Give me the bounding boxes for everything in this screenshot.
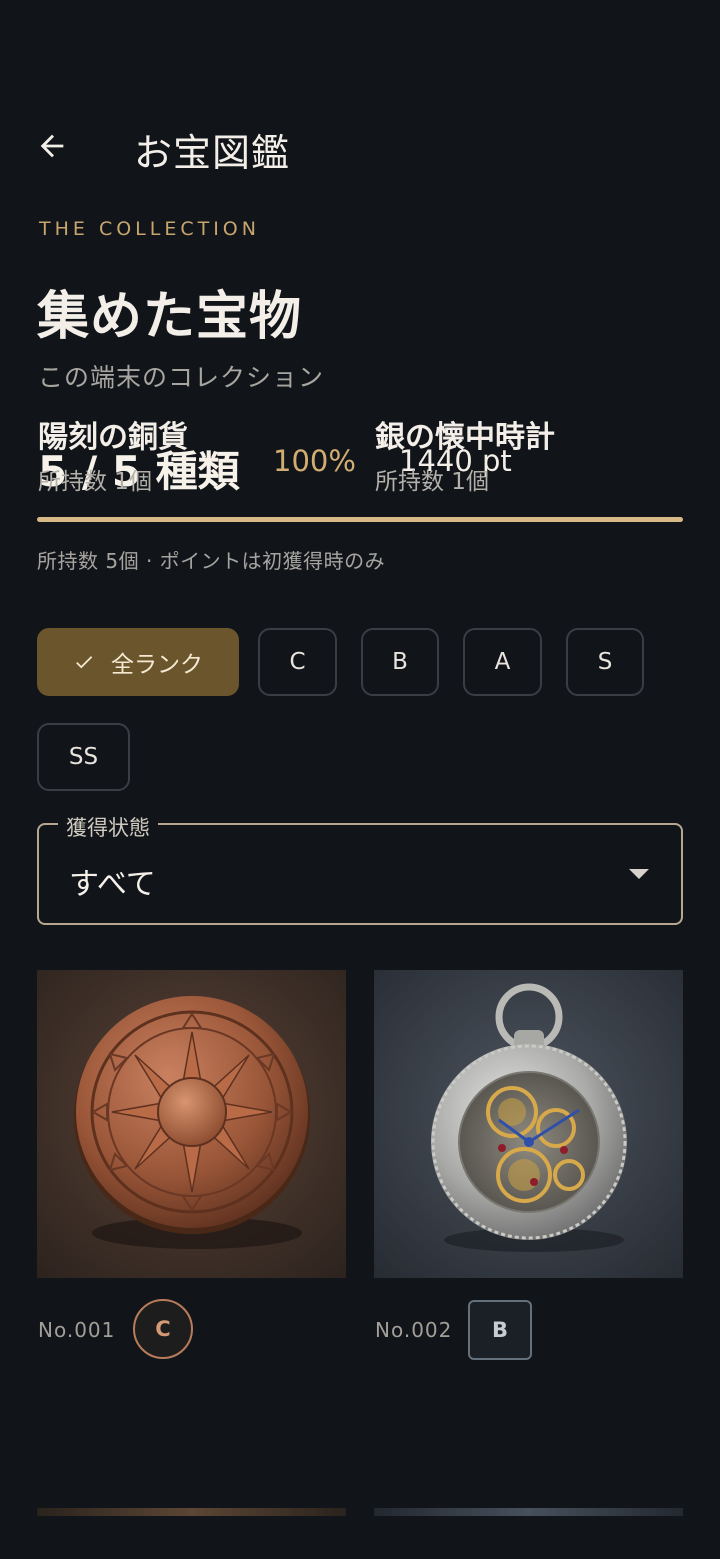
collection-note: 所持数 5個 · ポイントは初獲得時のみ	[37, 549, 386, 573]
item-name: 銀の懐中時計	[375, 420, 555, 455]
card-meta: No.002 B	[374, 1278, 683, 1368]
progress-fill	[37, 517, 683, 522]
arrow-left-icon	[40, 134, 64, 158]
section-eyebrow: THE COLLECTION	[39, 218, 260, 240]
rank-filter-b[interactable]: B	[361, 628, 439, 696]
next-card-peek	[374, 1508, 683, 1516]
rank-filter-a[interactable]: A	[463, 628, 542, 696]
page-subtitle: この端末のコレクション	[38, 363, 325, 392]
rank-badge: B	[468, 1300, 532, 1360]
item-number: No.001	[38, 1318, 116, 1342]
rank-filter-all[interactable]: 全ランク	[37, 628, 239, 696]
screen-title: お宝図鑑	[134, 131, 291, 175]
rank-filter-label: S	[597, 649, 613, 675]
rank-filter-label: B	[392, 649, 408, 675]
silver-pocket-watch-image	[374, 970, 683, 1278]
item-card-001[interactable]: No.001 C	[37, 970, 346, 1368]
rank-badge: C	[133, 1299, 193, 1359]
item-number: No.002	[375, 1318, 453, 1342]
caret-down-icon	[629, 869, 649, 879]
check-icon	[73, 651, 95, 673]
copper-sun-coin-image	[37, 970, 346, 1278]
card-meta: No.001 C	[37, 1278, 346, 1368]
rank-filter-s[interactable]: S	[566, 628, 644, 696]
rank-filter-ss[interactable]: SS	[37, 723, 130, 791]
status-select-label: 獲得状態	[58, 812, 158, 842]
rank-filter-c[interactable]: C	[258, 628, 337, 696]
rank-filter-label: C	[289, 649, 306, 675]
rank-filter-label: SS	[68, 744, 99, 770]
stat-percent: 100%	[273, 444, 356, 478]
top-bar: お宝図鑑	[0, 108, 720, 180]
item-owned-count: 所持数 1個	[375, 469, 489, 495]
collection-progress-bar	[37, 517, 683, 522]
status-select-value: すべて	[69, 867, 156, 902]
item-card-002[interactable]: No.002 B	[374, 970, 683, 1368]
collection-screen: お宝図鑑 THE COLLECTION 集めた宝物 この端末のコレクション 5 …	[0, 0, 720, 1559]
rank-filter-label: 全ランク	[111, 652, 203, 678]
next-card-peek	[37, 1508, 346, 1516]
page-headline: 集めた宝物	[37, 287, 303, 347]
item-owned-count: 所持数 1個	[38, 469, 152, 495]
back-button[interactable]	[30, 124, 74, 168]
rank-filter-label: A	[494, 649, 511, 675]
item-name: 陽刻の銅貨	[38, 420, 188, 455]
